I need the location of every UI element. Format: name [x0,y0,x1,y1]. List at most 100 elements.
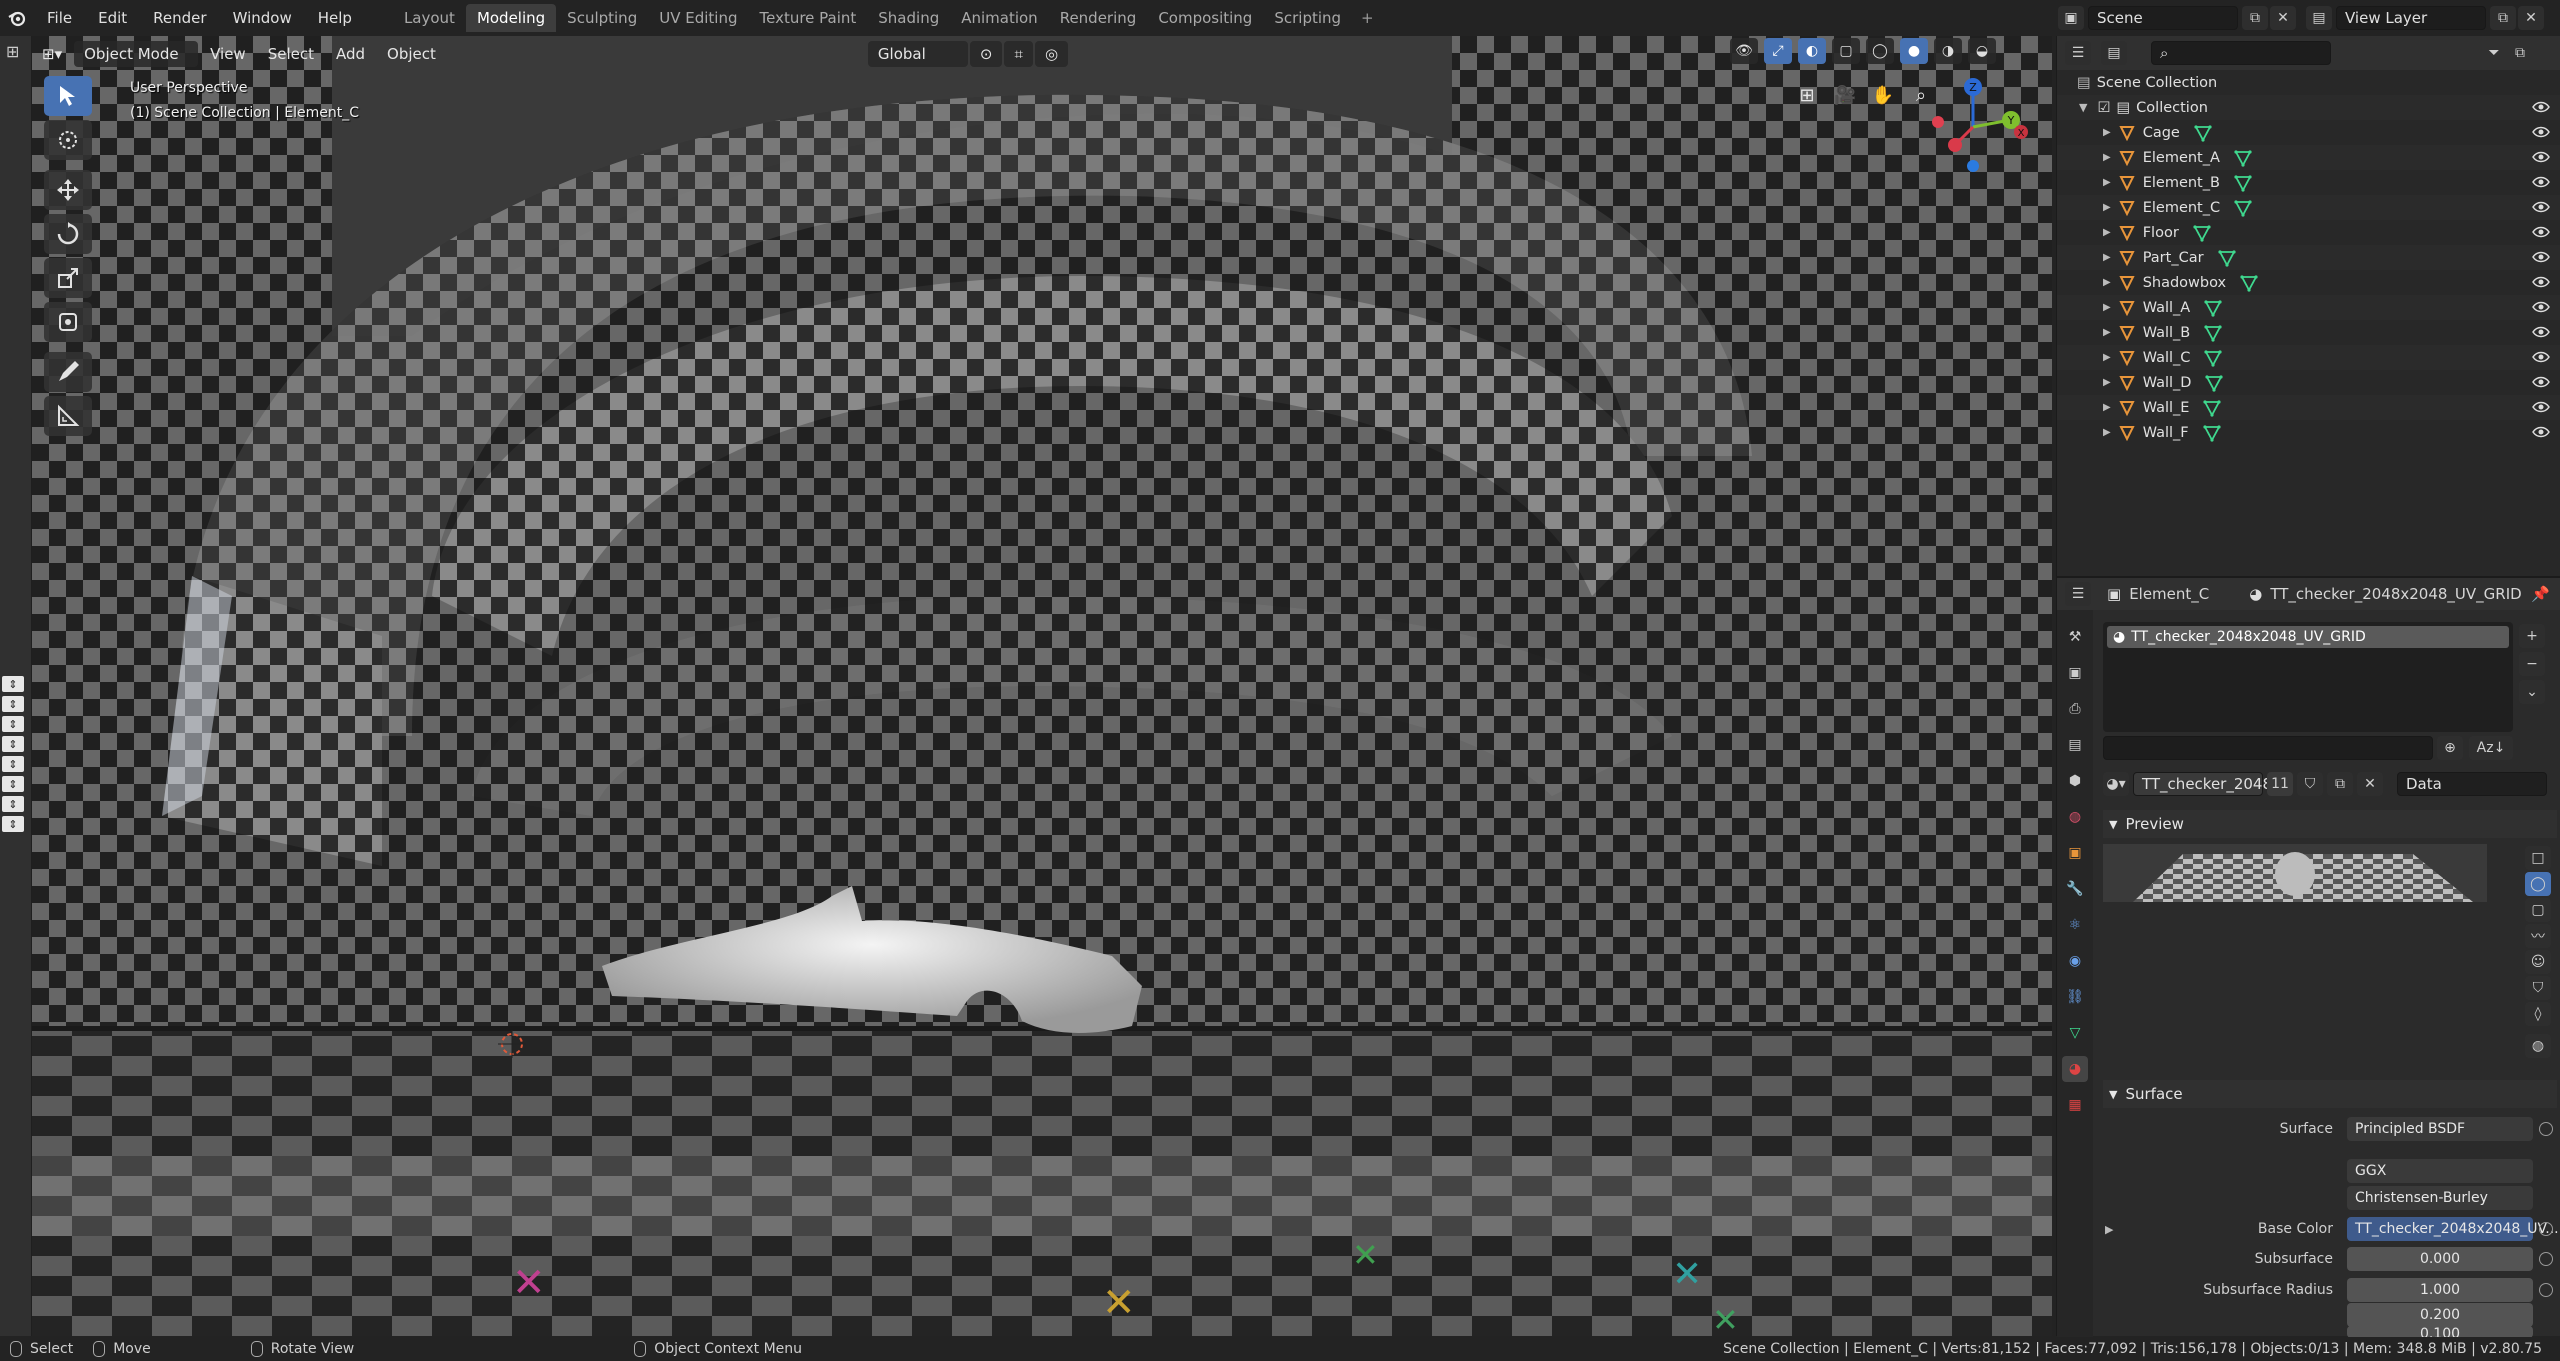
link-socket-icon[interactable] [2539,1222,2553,1236]
preview-monkey-icon[interactable]: ☺ [2525,950,2551,974]
outliner-object-row[interactable]: ▶ Wall_B [2057,320,2560,345]
object-tab-icon[interactable]: ▣ [2062,840,2088,866]
outliner-object-row[interactable]: ▶ Cage [2057,120,2560,145]
menu-render[interactable]: Render [140,9,219,27]
solid-shading-icon[interactable]: ● [1900,38,1928,64]
expand-arrow-icon[interactable]: ▶ [2103,152,2111,163]
expand-arrow-icon[interactable]: ▶ [2103,177,2111,188]
physics-tab-icon[interactable]: ◉ [2062,948,2088,974]
eye-icon[interactable] [2532,348,2550,366]
tab-sculpting[interactable]: Sculpting [556,4,648,32]
expand-arrow-icon[interactable]: ▶ [2103,427,2111,438]
tab-compositing[interactable]: Compositing [1147,4,1263,32]
subsurface-radius-y[interactable]: 0.200 [2347,1303,2533,1327]
arrow-icon[interactable]: ⇕ [2,756,24,772]
eye-icon[interactable] [2532,423,2550,441]
particles-tab-icon[interactable]: ⚛ [2062,912,2088,938]
transform-orientation-dropdown[interactable]: Global [867,41,968,67]
rendered-shading-icon[interactable]: ◒ [1968,38,1996,64]
mesh-data-icon[interactable] [2193,224,2211,242]
material-slot-item[interactable]: ◕ TT_checker_2048x2048_UV_GRID [2107,626,2509,648]
eye-icon[interactable] [2532,98,2550,116]
mesh-data-icon[interactable] [2234,174,2252,192]
subsurface-method-dropdown[interactable]: Christensen-Burley [2347,1186,2533,1210]
delete-view-layer-icon[interactable]: ✕ [2518,6,2544,30]
view-layer-icon[interactable]: ▤ [2306,6,2332,30]
link-dropdown[interactable]: Data [2397,772,2547,796]
mesh-data-icon[interactable] [2204,324,2222,342]
mesh-data-icon[interactable] [2203,424,2221,442]
visibility-icon[interactable]: 👁 [1730,38,1758,64]
camera-view-icon[interactable]: 🎥 [1830,80,1860,110]
select-box-tool-icon[interactable] [44,76,92,116]
scene-tab-icon[interactable]: ⬢ [2062,768,2088,794]
mesh-data-icon[interactable] [2205,374,2224,392]
expand-arrow-icon[interactable]: ▶ [2103,377,2111,388]
tab-layout[interactable]: Layout [393,4,466,32]
new-scene-icon[interactable]: ⧉ [2242,6,2268,30]
checkbox-icon[interactable]: ☑ [2097,100,2110,116]
mode-dropdown[interactable]: Object Mode [74,41,199,67]
outliner-object-row[interactable]: ▶ Element_A [2057,145,2560,170]
transform-tool-icon[interactable] [44,302,92,342]
mesh-data-icon[interactable] [2204,299,2222,317]
browse-material-icon[interactable]: ◕▾ [2103,772,2129,796]
add-workspace-button[interactable]: + [1352,4,1383,32]
tab-animation[interactable]: Animation [950,4,1048,32]
outliner-object-row[interactable]: ▶ Wall_E [2057,395,2560,420]
link-socket-icon[interactable] [2539,1283,2553,1297]
neg-y-axis-handle[interactable] [1932,116,1944,128]
eye-icon[interactable] [2532,273,2550,291]
expand-arrow-icon[interactable]: ▶ [2103,327,2111,338]
world-tab-icon[interactable]: ◍ [2062,804,2088,830]
link-socket-icon[interactable] [2539,1122,2553,1136]
menu-edit[interactable]: Edit [85,9,140,27]
menu-help[interactable]: Help [305,9,365,27]
outliner-object-row[interactable]: ▶ Wall_A [2057,295,2560,320]
expand-arrow-icon[interactable]: ▶ [2103,402,2111,413]
expand-arrow-icon[interactable]: ▶ [2103,127,2111,138]
material-slot-list[interactable]: ◕ TT_checker_2048x2048_UV_GRID [2103,622,2513,732]
outliner-object-row[interactable]: ▶ Element_B [2057,170,2560,195]
eye-icon[interactable] [2532,123,2550,141]
arrow-icon[interactable]: ⇕ [2,696,24,712]
outliner-object-row[interactable]: ▶ Wall_F [2057,420,2560,445]
eye-icon[interactable] [2532,248,2550,266]
tab-scripting[interactable]: Scripting [1263,4,1352,32]
object-menu[interactable]: Object [377,41,446,67]
menu-file[interactable]: File [34,9,85,27]
arrow-icon[interactable]: ⇕ [2,736,24,752]
tab-texture-paint[interactable]: Texture Paint [748,4,867,32]
expand-arrow-icon[interactable]: ▶ [2103,302,2111,313]
eye-icon[interactable] [2532,323,2550,341]
new-view-layer-icon[interactable]: ⧉ [2490,6,2516,30]
subsurface-value-field[interactable]: 0.000 [2347,1247,2533,1271]
preview-world-icon[interactable]: ◍ [2525,1034,2551,1058]
neg-x-axis-handle[interactable] [1948,138,1962,152]
eye-icon[interactable] [2532,198,2550,216]
expand-arrow-icon[interactable]: ▼ [2079,101,2087,114]
eye-icon[interactable] [2532,373,2550,391]
proportional-edit-icon[interactable]: ◎ [1034,41,1069,67]
toggle-grid-icon[interactable]: ⊞ [1792,80,1822,110]
preview-flat-icon[interactable]: □ [2525,846,2551,870]
mesh-data-icon[interactable] [2240,274,2258,292]
new-collection-icon[interactable]: ⧉ [2507,41,2533,65]
material-shading-icon[interactable]: ◑ [1934,38,1962,64]
3d-viewport[interactable]: ✕ ✕ ✕ ✕ ✕ [32,36,2052,1336]
subsurface-radius-x[interactable]: 1.000 [2347,1278,2533,1302]
preview-hair-icon[interactable]: 〰 [2525,924,2551,948]
preview-sphere-icon[interactable]: ◯ [2525,872,2551,896]
outliner-object-row[interactable]: ▶ Element_C [2057,195,2560,220]
sort-alpha-icon[interactable]: Az↓ [2469,736,2513,760]
slot-specials-button[interactable]: ⌄ [2519,680,2545,704]
material-name-field[interactable]: TT_checker_2048.. [2133,772,2282,796]
expand-arrow-icon[interactable]: ▶ [2103,277,2111,288]
gizmo-toggle-icon[interactable]: ⤢ [1764,38,1792,64]
render-tab-icon[interactable]: ▣ [2062,660,2088,686]
remove-slot-button[interactable]: − [2519,652,2545,676]
scene-icon[interactable]: ▣ [2058,6,2084,30]
outliner-editor-type-icon[interactable]: ☰ [2065,41,2091,65]
fake-user-icon[interactable]: ⛉ [2297,772,2323,796]
unlink-material-icon[interactable]: ✕ [2357,772,2383,796]
